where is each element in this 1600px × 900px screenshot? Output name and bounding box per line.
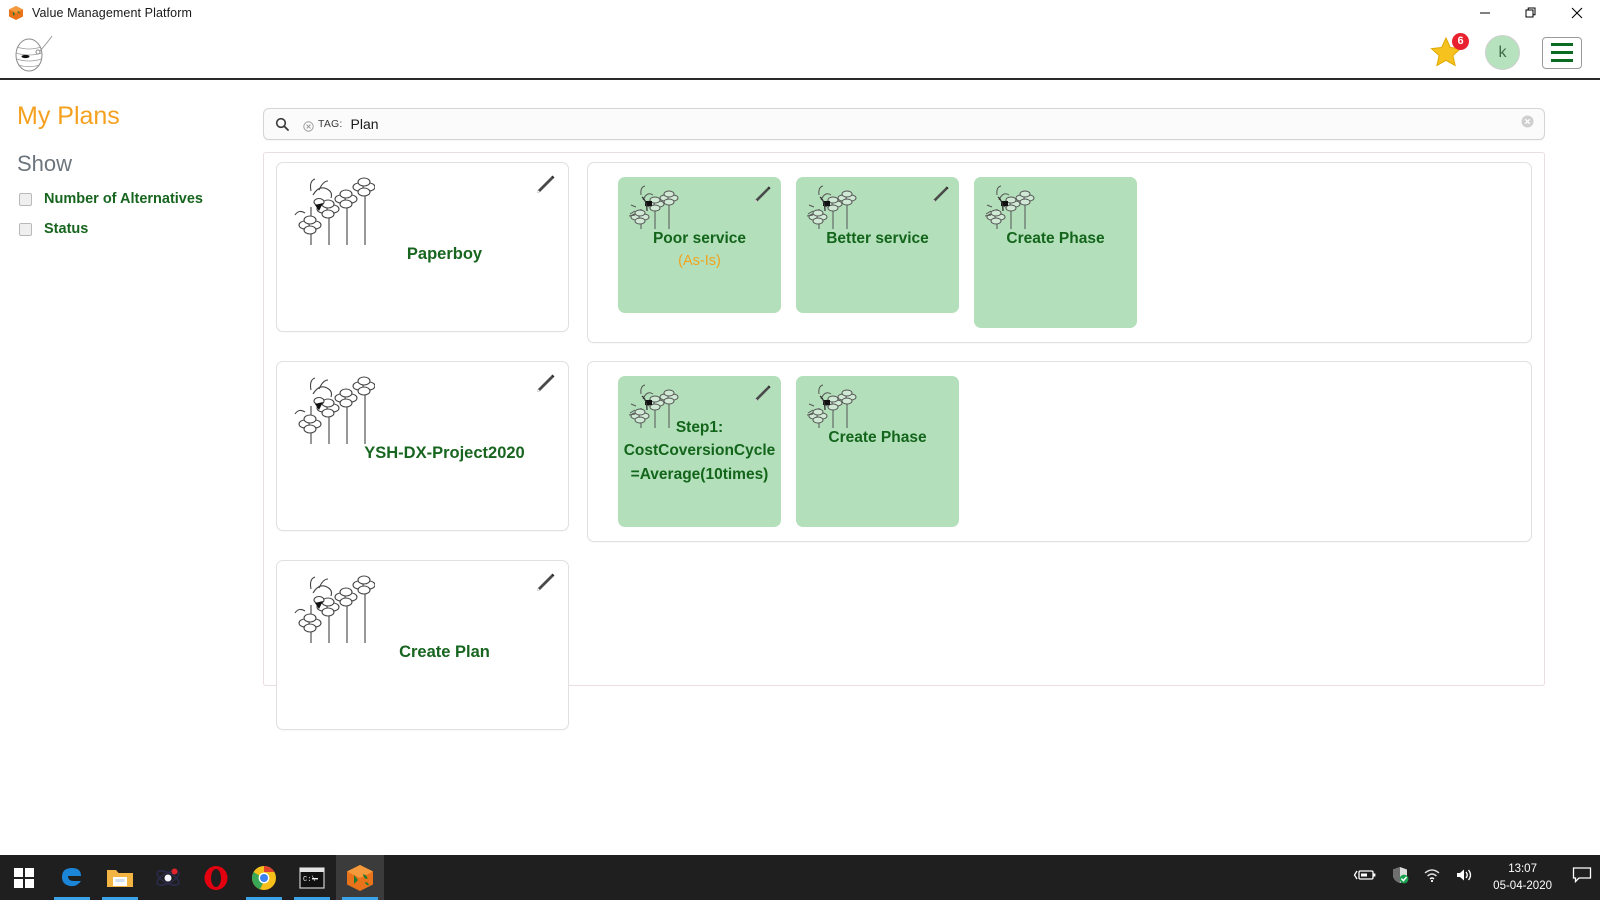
- avatar[interactable]: k: [1485, 35, 1520, 70]
- file-explorer-button[interactable]: [96, 855, 144, 900]
- system-tray: 13:07 05-04-2020: [1353, 861, 1600, 894]
- pencil-icon[interactable]: [534, 174, 556, 201]
- notification-icon[interactable]: [1572, 866, 1592, 889]
- plan-card-create-plan[interactable]: Create Plan: [276, 560, 569, 730]
- phase-card-create-phase[interactable]: Create Phase: [974, 177, 1137, 328]
- maximize-icon[interactable]: [1508, 0, 1554, 27]
- phase-title: Create Phase: [828, 429, 927, 446]
- search-icon: [275, 117, 289, 131]
- plan-title: YSH-DX-Project2020: [364, 444, 525, 462]
- battery-charging-icon[interactable]: [1353, 867, 1377, 888]
- app-header: 6 k: [0, 27, 1600, 80]
- clear-search-icon[interactable]: [1521, 115, 1534, 133]
- window-controls: [1462, 0, 1600, 27]
- plan-card-ysh-dx-project2020[interactable]: YSH-DX-Project2020: [276, 361, 569, 531]
- avatar-initial: k: [1498, 43, 1507, 61]
- phase-title: Create Phase: [1006, 230, 1105, 247]
- phase-card-better-service[interactable]: Better service: [796, 177, 959, 313]
- atom-app-button[interactable]: [144, 855, 192, 900]
- checkbox[interactable]: [19, 192, 32, 206]
- plans-container: Paperboy Poor service (As-Is) Better ser…: [263, 152, 1545, 730]
- edge-button[interactable]: [48, 855, 96, 900]
- plan-title: Paperboy: [406, 245, 483, 263]
- plan-row: Paperboy Poor service (As-Is) Better ser…: [264, 153, 1544, 352]
- pencil-icon[interactable]: [930, 185, 950, 210]
- search-input[interactable]: Plan: [351, 116, 379, 132]
- phase-card-step1[interactable]: Step1: CostCoversionCycle =Average(10tim…: [618, 376, 781, 527]
- search-tag-label: TAG:: [318, 118, 343, 130]
- speaker-icon[interactable]: [1455, 867, 1473, 888]
- phase-group: Step1: CostCoversionCycle =Average(10tim…: [587, 361, 1532, 542]
- clock[interactable]: 13:07 05-04-2020: [1487, 861, 1558, 894]
- phase-subtitle: (As-Is): [678, 253, 721, 269]
- filter-status[interactable]: Status: [0, 207, 258, 237]
- ant-trees-logo: [289, 173, 376, 256]
- phase-title: Poor service: [652, 230, 747, 247]
- app-cube-icon: [8, 5, 24, 21]
- pencil-icon[interactable]: [534, 572, 556, 599]
- plan-title: Create Plan: [399, 643, 490, 661]
- phase-group: Poor service (As-Is) Better service Crea…: [587, 162, 1532, 343]
- clock-date: 05-04-2020: [1493, 879, 1552, 892]
- plan-row: YSH-DX-Project2020 Step1: CostCoversionC…: [264, 352, 1544, 551]
- command-prompt-button[interactable]: C:\: [288, 855, 336, 900]
- filter-label: Number of Alternatives: [44, 191, 203, 207]
- phase-title: Step1: CostCoversionCycle =Average(10tim…: [623, 419, 776, 483]
- pencil-icon[interactable]: [534, 373, 556, 400]
- plan-card-paperboy[interactable]: Paperboy: [276, 162, 569, 332]
- filter-number-of-alternatives[interactable]: Number of Alternatives: [0, 177, 258, 207]
- checkbox[interactable]: [19, 222, 32, 236]
- cocoon-logo[interactable]: [10, 33, 54, 73]
- start-button[interactable]: [0, 855, 48, 900]
- clock-time: 13:07: [1508, 862, 1537, 875]
- ant-trees-logo: [289, 571, 376, 654]
- phase-card-create-phase[interactable]: Create Phase: [796, 376, 959, 527]
- favorites-badge: 6: [1452, 32, 1469, 50]
- plan-row: Create Plan: [264, 551, 1544, 739]
- close-icon[interactable]: [1554, 0, 1600, 27]
- vmp-app-button[interactable]: [336, 855, 384, 900]
- svg-text:C:\: C:\: [303, 876, 316, 884]
- sidebar: My Plans Show Number of Alternatives Sta…: [0, 90, 258, 237]
- taskbar: C:\ 13:07 05-04-2020: [0, 855, 1600, 900]
- window-title: Value Management Platform: [32, 6, 192, 20]
- defender-shield-icon[interactable]: [1391, 866, 1409, 889]
- search-bar[interactable]: TAG: Plan: [263, 108, 1545, 140]
- page-title: My Plans: [17, 102, 120, 130]
- wifi-icon[interactable]: [1423, 867, 1441, 888]
- minimize-icon[interactable]: [1462, 0, 1508, 27]
- ant-trees-logo: [289, 372, 376, 455]
- window-titlebar: Value Management Platform: [0, 0, 1600, 27]
- pencil-icon[interactable]: [752, 384, 772, 409]
- show-section-label: Show: [17, 151, 73, 176]
- phase-card-poor-service[interactable]: Poor service (As-Is): [618, 177, 781, 313]
- chrome-button[interactable]: [240, 855, 288, 900]
- filter-label: Status: [44, 221, 89, 237]
- pencil-icon[interactable]: [752, 185, 772, 210]
- hamburger-menu-icon[interactable]: [1542, 36, 1582, 69]
- remove-tag-icon[interactable]: [303, 119, 314, 132]
- phase-title: Better service: [826, 230, 929, 247]
- opera-button[interactable]: [192, 855, 240, 900]
- header-actions: 6 k: [1429, 32, 1600, 70]
- favorites-button[interactable]: 6: [1429, 32, 1469, 70]
